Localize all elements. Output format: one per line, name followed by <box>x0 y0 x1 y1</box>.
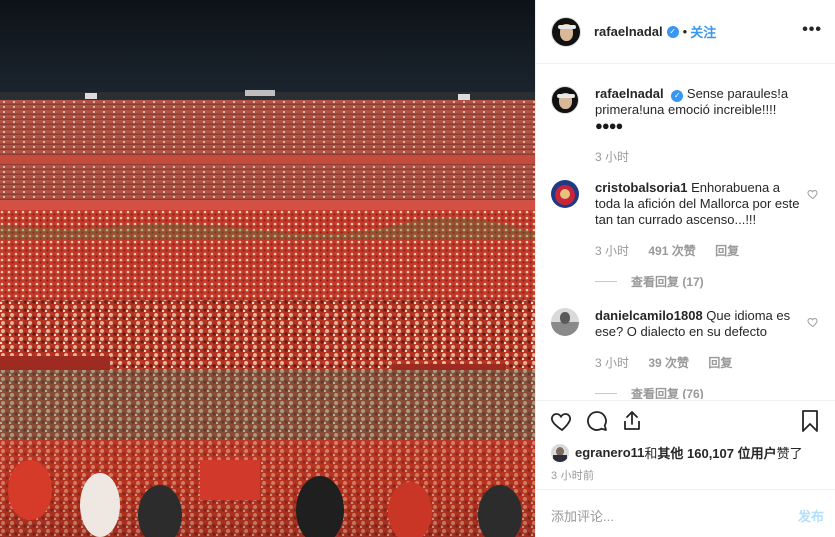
post-comment-button[interactable]: 发布 <box>798 506 824 525</box>
more-icon[interactable]: ••• <box>802 22 822 38</box>
caption-meta: 3 小时 <box>595 148 645 165</box>
likes-others[interactable]: 其他 160,107 位用户 <box>657 443 776 462</box>
comment-like-heart-icon[interactable] <box>807 188 819 200</box>
header-separator: • <box>682 24 688 39</box>
likes-summary: egranero11 和 其他 160,107 位用户 赞了 <box>551 443 803 462</box>
reply-button[interactable]: 回复 <box>715 244 739 258</box>
commenter-avatar[interactable] <box>551 308 579 336</box>
comment-meta: 3 小时 491 次赞 回复 <box>595 242 755 259</box>
comment-meta: 3 小时 39 次赞 回复 <box>595 354 748 371</box>
caption-username[interactable]: rafaelnadal <box>595 86 664 101</box>
comment-like-heart-icon[interactable] <box>807 316 819 328</box>
commenter-avatar[interactable] <box>551 180 579 208</box>
verified-icon: ✓ <box>666 25 679 38</box>
comment-time: 3 小时 <box>595 356 630 370</box>
post-time: 3 小时前 <box>551 470 595 482</box>
caption-time: 3 小时 <box>595 150 630 164</box>
reply-button[interactable]: 回复 <box>708 356 732 370</box>
liker-avatar[interactable] <box>551 443 569 462</box>
author-username[interactable]: rafaelnadal <box>594 24 663 39</box>
post-photo[interactable] <box>0 0 535 537</box>
likes-connector: 和 <box>644 446 658 461</box>
share-icon[interactable] <box>620 409 644 433</box>
comment-likes[interactable]: 39 次赞 <box>648 356 689 370</box>
comment-time: 3 小时 <box>595 244 630 258</box>
comment-likes[interactable]: 491 次赞 <box>648 244 695 258</box>
follow-button[interactable]: 关注 <box>690 22 716 41</box>
view-replies-label: 查看回复 (17) <box>631 275 704 289</box>
view-replies-button[interactable]: 查看回复 (17) <box>595 273 704 290</box>
action-icons <box>550 409 822 435</box>
comment-username[interactable]: cristobalsoria1 <box>595 180 688 195</box>
post-actions: egranero11 和 其他 160,107 位用户 赞了 3 小时前 添加评… <box>536 400 835 537</box>
comments-list[interactable]: rafaelnadal ✓ Sense paraules!a primera!u… <box>536 65 835 399</box>
verified-icon: ✓ <box>671 90 684 102</box>
heart-icon[interactable] <box>550 409 574 433</box>
comment-icon[interactable] <box>585 409 609 433</box>
post-header: rafaelnadal ✓ • 关注 ••• <box>536 0 835 64</box>
instagram-post: rafaelnadal ✓ • 关注 ••• rafaelnadal ✓ Sen… <box>0 0 835 537</box>
view-replies-label: 查看回复 (76) <box>631 387 704 399</box>
post-side-panel: rafaelnadal ✓ • 关注 ••• rafaelnadal ✓ Sen… <box>535 0 835 537</box>
liker-username[interactable]: egranero11 <box>575 445 644 460</box>
author-avatar[interactable] <box>551 16 581 47</box>
view-replies-button[interactable]: 查看回复 (76) <box>595 385 704 399</box>
add-comment-bar: 添加评论... 发布 <box>536 489 835 537</box>
stadium-celebration-photo <box>0 0 535 537</box>
comment-username[interactable]: danielcamilo1808 <box>595 308 703 323</box>
bookmark-icon[interactable] <box>798 409 822 433</box>
comment-input[interactable]: 添加评论... <box>551 506 614 525</box>
caption-avatar[interactable] <box>551 86 579 114</box>
likes-suffix: 赞了 <box>776 446 803 461</box>
caption-emoji: ●●●● <box>595 118 623 133</box>
